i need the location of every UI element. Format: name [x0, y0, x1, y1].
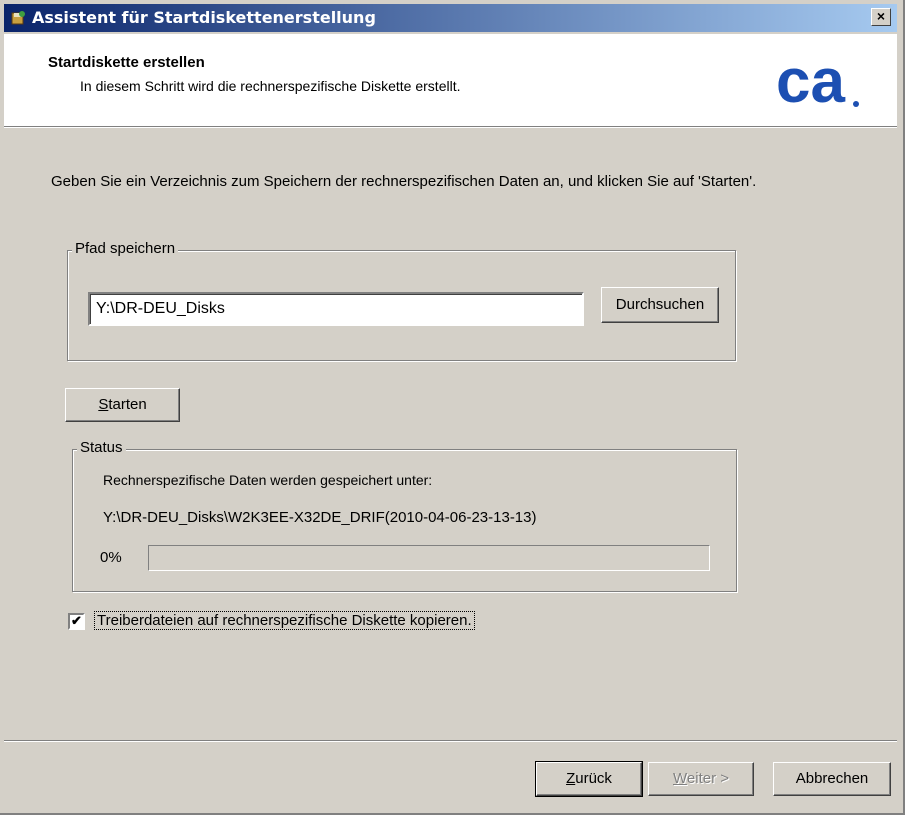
- start-button-accesskey: S: [98, 396, 109, 413]
- start-button-label: tarten: [108, 396, 147, 413]
- cancel-button[interactable]: Abbrechen: [773, 762, 891, 796]
- wizard-header: Startdiskette erstellen In diesem Schrit…: [4, 34, 897, 127]
- step-title: Startdiskette erstellen: [48, 54, 205, 71]
- footer-divider-highlight: [4, 741, 897, 742]
- close-button[interactable]: ×: [871, 8, 891, 26]
- ca-logo: ca: [776, 50, 859, 114]
- progress-percent: 0%: [100, 549, 122, 566]
- wizard-app-icon: [11, 11, 25, 25]
- title-bar[interactable]: Assistent für Startdiskettenerstellung ×: [4, 4, 897, 32]
- logo-text: ca: [776, 50, 845, 114]
- next-button-accesskey: W: [673, 770, 687, 787]
- checkmark-icon: ✔: [71, 613, 82, 628]
- save-path-input[interactable]: [88, 292, 584, 326]
- status-message: Rechnerspezifische Daten werden gespeich…: [103, 472, 433, 488]
- header-divider: [4, 127, 897, 128]
- back-button-accesskey: Z: [566, 770, 576, 787]
- step-description: In diesem Schritt wird die rechnerspezif…: [80, 78, 461, 94]
- driver-copy-label[interactable]: Treiberdateien auf rechnerspezifische Di…: [94, 611, 475, 630]
- back-button[interactable]: Zurück: [535, 761, 643, 797]
- next-button[interactable]: Weiter >: [648, 762, 754, 796]
- next-button-label: eiter >: [686, 770, 729, 787]
- status-group-label: Status: [77, 439, 126, 456]
- progress-bar: [148, 545, 710, 571]
- status-path: Y:\DR-DEU_Disks\W2K3EE-X32DE_DRIF(2010-0…: [103, 509, 537, 526]
- window-title: Assistent für Startdiskettenerstellung: [32, 8, 376, 27]
- wizard-window: Assistent für Startdiskettenerstellung ×…: [0, 0, 905, 815]
- driver-copy-checkbox[interactable]: ✔: [68, 613, 85, 630]
- back-button-label: urück: [575, 770, 612, 787]
- browse-button[interactable]: Durchsuchen: [601, 287, 719, 323]
- instruction-text: Geben Sie ein Verzeichnis zum Speichern …: [51, 173, 757, 190]
- save-path-group-label: Pfad speichern: [72, 240, 179, 257]
- start-button[interactable]: Starten: [65, 388, 180, 422]
